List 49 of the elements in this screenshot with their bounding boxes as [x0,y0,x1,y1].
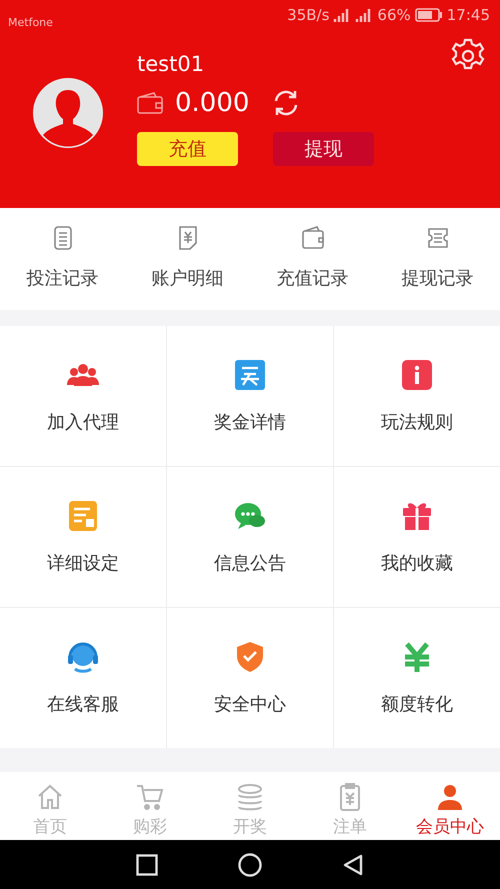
back-icon[interactable] [342,854,364,876]
square-icon[interactable] [136,854,158,876]
record-link[interactable]: 提现记录 [402,266,474,290]
tab-label: 开奖 [233,816,267,838]
menu-tile[interactable]: 我的收藏 [334,467,500,607]
tab-label: 首页 [33,816,67,838]
nav-tab[interactable]: 会员中心 [400,772,500,840]
battery-icon [414,8,443,22]
coins-icon [235,782,265,812]
menu-tile[interactable]: 额度转化 [334,608,500,748]
circle-icon[interactable] [238,852,262,876]
headset-icon [66,640,100,674]
menu-label: 安全中心 [214,693,286,716]
avatar[interactable] [33,78,103,148]
clock: 17:45 [446,6,490,24]
menu-label: 详细设定 [47,552,119,575]
record-link[interactable]: 充值记录 [276,266,348,290]
menu-tile[interactable]: 安全中心 [167,608,333,748]
info-icon [400,358,434,392]
menu-tile[interactable]: 详细设定 [0,467,166,607]
tab-label: 注单 [333,816,367,838]
menu-tile[interactable]: 信息公告 [167,467,333,607]
network-speed: 35B/s [287,6,330,24]
menu-label: 玩法规则 [381,411,453,434]
withdraw-button[interactable]: 提现 [273,132,374,166]
wallet-icon [137,92,163,114]
cart-icon [135,782,165,812]
tab-label: 会员中心 [416,816,484,838]
record-link[interactable]: 投注记录 [26,266,98,290]
battery-level: 66% [377,6,411,24]
menu-tile[interactable]: 在线客服 [0,608,166,748]
tab-label: 购彩 [133,816,167,838]
menu-tile[interactable]: 奖金详情 [167,326,333,466]
record-link[interactable]: 账户明细 [152,266,224,290]
username: test01 [137,52,206,76]
menu-tile[interactable]: 加入代理 [0,326,166,466]
recharge-button[interactable]: 充值 [137,132,238,166]
menu-label: 额度转化 [381,693,453,716]
prize-icon [233,358,267,392]
menu-tile[interactable]: 玩法规则 [334,326,500,466]
menu-label: 加入代理 [47,411,119,434]
menu-label: 奖金详情 [214,411,286,434]
person-icon [435,782,465,812]
balance: 0.000 [175,88,250,118]
carrier-name: Metfone [8,16,53,29]
menu-label: 信息公告 [214,552,286,575]
document-icon [66,499,100,533]
menu-label: 我的收藏 [381,552,453,575]
menu-label: 在线客服 [47,693,119,716]
